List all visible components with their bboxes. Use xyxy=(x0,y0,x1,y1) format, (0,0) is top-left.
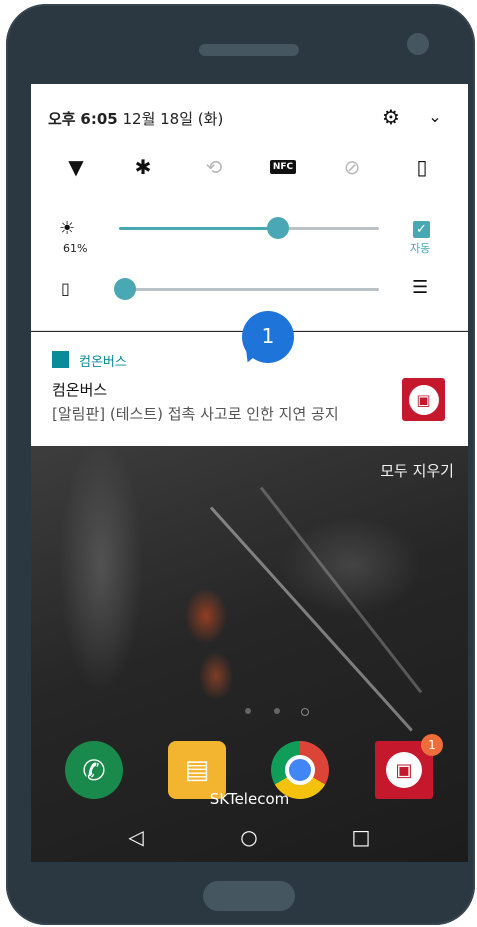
speaker-grille xyxy=(199,44,299,56)
clear-all-button[interactable]: 모두 지우기 xyxy=(380,460,454,481)
notification-count-badge: 1 xyxy=(421,734,443,756)
vibrate-icon[interactable]: ▯ xyxy=(405,152,439,182)
page-indicator-home xyxy=(301,708,309,716)
auto-brightness-label: 자동 xyxy=(410,242,431,255)
date-text: 12월 18일 (화) xyxy=(122,110,224,128)
status-line: 오후 6:05 12월 18일 (화) xyxy=(48,108,223,129)
nfc-icon[interactable]: NFC xyxy=(266,152,300,182)
recents-button[interactable]: □ xyxy=(346,822,376,852)
brightness-percent: 61% xyxy=(63,242,88,255)
brightness-slider-fill xyxy=(119,227,278,230)
chevron-down-icon[interactable]: ⌄ xyxy=(424,106,446,128)
bluetooth-icon[interactable]: ✱ xyxy=(126,152,160,182)
app-icon-square xyxy=(52,351,69,368)
page-indicator-dot xyxy=(245,708,251,714)
brightness-icon: ☀ xyxy=(59,218,76,239)
brightness-slider-thumb[interactable] xyxy=(266,217,289,239)
vibrate-mode-icon: ▯ xyxy=(61,279,70,298)
notification-body: [알림판] (테스트) 접촉 사고로 인한 지연 공지 xyxy=(52,405,339,423)
notification-title: 컴온버스 xyxy=(52,381,108,399)
hardware-home-button[interactable] xyxy=(203,881,295,911)
page-indicator-dot xyxy=(274,708,280,714)
clock-time: 6:05 xyxy=(80,110,118,128)
home-button[interactable]: ○ xyxy=(234,822,264,852)
sound-settings-icon[interactable]: ☰ xyxy=(412,277,428,298)
back-button[interactable]: ◁ xyxy=(121,822,151,852)
screen: 오후 6:05 12월 18일 (화) ⚙ ⌄ ▼ ✱ ⟲ NFC ⊘ ▯ ☀ … xyxy=(31,84,468,862)
notification-app-name: 컴온버스 xyxy=(79,355,127,370)
phone-frame: 오후 6:05 12월 18일 (화) ⚙ ⌄ ▼ ✱ ⟲ NFC ⊘ ▯ ☀ … xyxy=(6,4,475,925)
carrier-label: SKTelecom xyxy=(209,790,290,808)
annotation-marker: 1 xyxy=(242,311,294,363)
bus-app-icon: ▣ xyxy=(402,378,445,421)
auto-rotate-icon[interactable]: ⟲ xyxy=(197,152,231,182)
gear-icon[interactable]: ⚙ xyxy=(380,106,402,128)
time-period: 오후 xyxy=(48,110,76,128)
do-not-disturb-icon[interactable]: ⊘ xyxy=(335,152,369,182)
volume-slider-thumb[interactable] xyxy=(114,278,136,300)
wallpaper-rail xyxy=(209,506,413,732)
volume-slider-track[interactable] xyxy=(119,288,379,291)
auto-brightness-checkbox[interactable]: ✓ xyxy=(413,221,430,238)
wifi-icon[interactable]: ▼ xyxy=(59,152,93,182)
quick-settings-panel: 오후 6:05 12월 18일 (화) ⚙ ⌄ ▼ ✱ ⟲ NFC ⊘ ▯ ☀ … xyxy=(31,84,468,331)
front-camera xyxy=(407,33,429,55)
